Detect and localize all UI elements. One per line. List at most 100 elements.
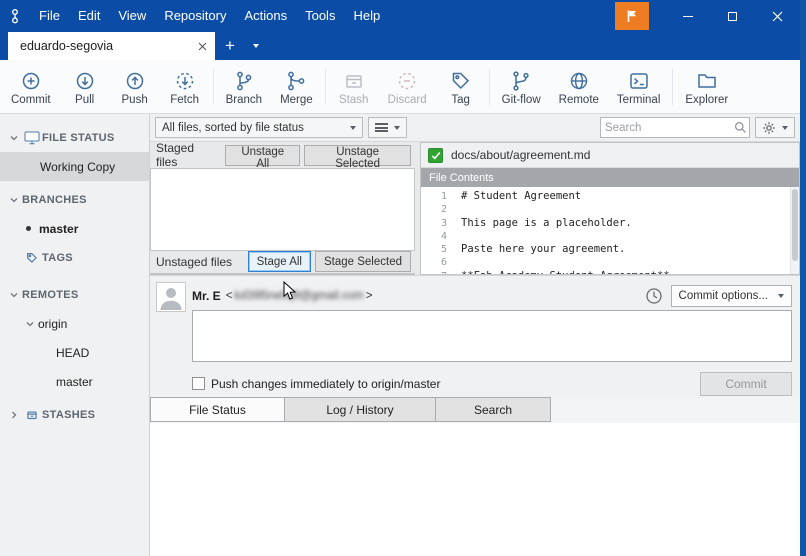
content-area: FILE STATUS Working Copy BRANCHES master… [0, 114, 800, 556]
origin-head-label: HEAD [56, 345, 90, 360]
line-number: 1 [440, 191, 447, 202]
unstaged-files-list[interactable]: .gitignore .gitlab-ci.yml mkdocs.yml [150, 273, 415, 275]
sidebar-item-branch-master[interactable]: master [0, 214, 149, 243]
file-contents-scrollbar[interactable] [790, 187, 799, 274]
tab-close-icon[interactable] [198, 42, 207, 51]
commit-options-label: Commit options... [678, 290, 768, 302]
toolbar-commit-button[interactable]: Commit [2, 62, 60, 112]
tab-list-dropdown-button[interactable] [245, 32, 267, 60]
minimize-button[interactable] [665, 0, 710, 32]
merge-icon [284, 69, 308, 93]
monitor-icon [22, 131, 42, 145]
toolbar-stash-button: Stash [329, 62, 379, 112]
commit-button[interactable]: Commit [700, 371, 792, 396]
sidebar-section-file-status[interactable]: FILE STATUS [0, 123, 149, 152]
chevron-down-icon [6, 196, 22, 204]
sidebar-section-stashes[interactable]: STASHES [0, 400, 149, 429]
code-line: 5 Paste here your agreement. [421, 243, 799, 256]
toolbar-push-button[interactable]: Push [110, 62, 160, 112]
stage-selected-button[interactable]: Stage Selected [314, 251, 411, 273]
push-immediately-label: Push changes immediately to origin/maste… [211, 376, 441, 391]
close-button[interactable] [755, 0, 800, 32]
stage-all-button[interactable]: Stage All [247, 251, 311, 273]
sidebar-item-origin-head[interactable]: HEAD [0, 338, 149, 367]
author-name: Mr. E [192, 289, 221, 303]
toolbar-terminal-button[interactable]: Terminal [608, 62, 669, 112]
tab-search[interactable]: Search [435, 397, 551, 422]
chevron-down-icon [253, 44, 259, 48]
sidebar-item-working-copy[interactable]: Working Copy [0, 152, 149, 181]
menu-help[interactable]: Help [344, 0, 389, 32]
repo-tab[interactable]: eduardo-segovia [8, 32, 215, 60]
titlebar: File Edit View Repository Actions Tools … [0, 0, 800, 32]
terminal-icon [627, 69, 651, 93]
code-line: 2 [421, 203, 799, 216]
sidebar-item-origin[interactable]: origin [0, 309, 149, 338]
scrollbar-thumb[interactable] [792, 189, 798, 261]
staged-files-list[interactable] [150, 168, 415, 251]
toolbar-fetch-button[interactable]: Fetch [160, 62, 210, 112]
settings-gear-button[interactable] [755, 117, 795, 138]
stash-icon [342, 69, 366, 93]
menu-actions[interactable]: Actions [235, 0, 296, 32]
list-view-icon [375, 123, 388, 132]
commit-message-input[interactable] [192, 310, 792, 362]
chevron-right-icon [6, 411, 22, 419]
file-row[interactable]: .gitignore [151, 274, 414, 275]
line-number: 3 [440, 217, 447, 229]
file-filter-dropdown[interactable]: All files, sorted by file status [155, 117, 363, 138]
menu-edit[interactable]: Edit [69, 0, 109, 32]
commit-history-clock-button[interactable] [642, 284, 666, 308]
toolbar-explorer-button[interactable]: Explorer [676, 62, 737, 112]
avatar [156, 282, 186, 312]
line-text [461, 203, 799, 216]
tab-file-status[interactable]: File Status [150, 397, 285, 422]
sidebar-item-origin-master[interactable]: master [0, 367, 149, 396]
stash-icon [22, 408, 42, 422]
file-contents-bar: File Contents [421, 168, 799, 187]
toolbar-branch-button[interactable]: Branch [217, 62, 271, 112]
toolbar-separator [672, 68, 674, 105]
commit-area: Mr. E < kd39l5rw0q9@gmail.com > Commit o… [150, 275, 800, 397]
view-options-button[interactable] [368, 117, 407, 138]
selected-file-header: docs/about/agreement.md [421, 143, 799, 168]
remote-globe-icon [567, 69, 591, 93]
toolbar-merge-button[interactable]: Merge [271, 62, 322, 112]
toolbar-separator [488, 68, 490, 105]
file-contents-view[interactable]: 1 # Student Agreement 2 3 This page is a p… [421, 187, 799, 274]
new-tab-button[interactable]: + [215, 32, 245, 60]
commit-icon [19, 69, 43, 93]
code-line: 7**Fab Academy Student Agreement** [421, 270, 799, 274]
line-text [461, 230, 799, 243]
unstage-all-button[interactable]: Unstage All [225, 144, 301, 170]
maximize-icon [728, 11, 737, 21]
menu-view[interactable]: View [109, 0, 155, 32]
explorer-folder-icon [695, 69, 719, 93]
push-immediately-checkbox[interactable] [192, 377, 205, 390]
toolbar-remote-button[interactable]: Remote [550, 62, 608, 112]
chevron-down-icon [22, 320, 38, 328]
menu-tools[interactable]: Tools [296, 0, 344, 32]
sidebar-section-remotes[interactable]: REMOTES [0, 280, 149, 309]
toolbar-tag-button[interactable]: Tag [436, 62, 486, 112]
search-input[interactable] [601, 121, 731, 134]
current-branch-dot-icon [26, 226, 31, 231]
menu-repository[interactable]: Repository [155, 0, 235, 32]
line-number: 6 [440, 257, 447, 269]
toolbar-pull-button[interactable]: Pull [60, 62, 110, 112]
maximize-button[interactable] [710, 0, 755, 32]
menu-file[interactable]: File [30, 0, 69, 32]
unstage-selected-button[interactable]: Unstage Selected [304, 144, 411, 170]
notification-flag-button[interactable] [615, 2, 649, 30]
sidebar-section-tags[interactable]: TAGS [0, 243, 149, 272]
chevron-down-icon [778, 294, 784, 298]
toolbar-gitflow-button[interactable]: Git-flow [493, 62, 550, 112]
sidebar-section-branches[interactable]: BRANCHES [0, 185, 149, 214]
file-checkbox[interactable] [428, 147, 443, 163]
email-bracket-close: > [365, 290, 373, 302]
tab-log-history[interactable]: Log / History [284, 397, 436, 422]
line-text [461, 256, 799, 269]
commit-options-dropdown[interactable]: Commit options... [670, 285, 792, 307]
repo-tab-label: eduardo-segovia [20, 39, 114, 53]
sourcetree-window: File Edit View Repository Actions Tools … [0, 0, 806, 556]
